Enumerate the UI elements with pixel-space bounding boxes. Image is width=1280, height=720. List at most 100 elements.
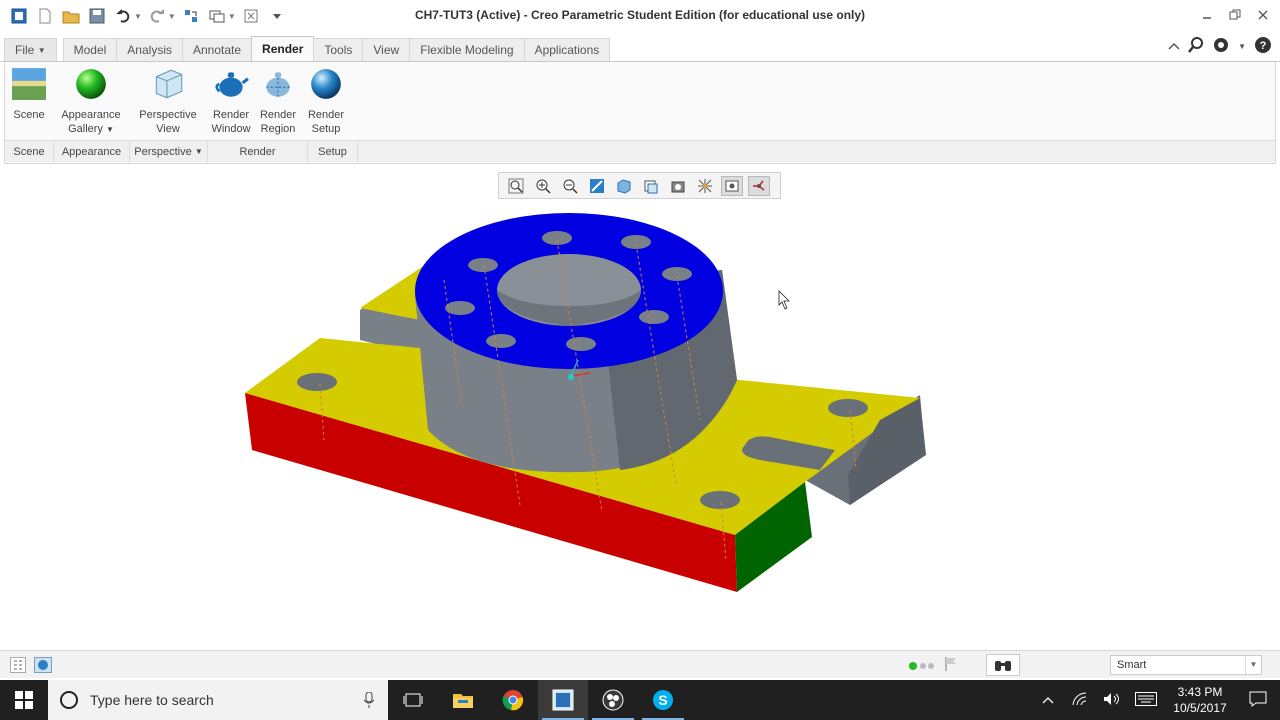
tab-render[interactable]: Render	[251, 36, 315, 61]
tab-applications[interactable]: Applications	[523, 38, 611, 61]
teapot-region-icon	[266, 72, 290, 97]
scene-label: Scene	[13, 109, 45, 121]
tab-analysis[interactable]: Analysis	[116, 38, 183, 61]
selection-filter[interactable]: Smart ▼	[1110, 655, 1262, 675]
network-icon[interactable]	[1064, 691, 1096, 709]
help-icon[interactable]: ?	[1254, 36, 1272, 57]
display-style-icon[interactable]	[613, 176, 635, 196]
flag-icon[interactable]	[944, 656, 958, 675]
ribbon-group-labels: Scene Appearance Perspective ▼ Render Se…	[5, 140, 1275, 162]
close-window-icon[interactable]	[240, 5, 262, 27]
ribbon-tabs: File ▼ Model Analysis Annotate Render To…	[0, 36, 1280, 62]
tab-annotate[interactable]: Annotate	[181, 38, 253, 61]
community-dropdown-icon[interactable]: ▼	[1238, 42, 1246, 51]
render-region-button[interactable]: Render Region	[255, 62, 301, 140]
tab-view[interactable]: View	[362, 38, 411, 61]
search-placeholder: Type here to search	[90, 692, 214, 708]
zoom-in-icon[interactable]	[532, 176, 554, 196]
redo-icon[interactable]	[146, 5, 168, 27]
minimize-icon[interactable]	[1196, 4, 1218, 26]
perspective-cube-icon	[155, 69, 183, 99]
new-file-icon[interactable]	[34, 5, 56, 27]
render-setup-button[interactable]: Render Setup	[301, 62, 351, 140]
window-controls	[1196, 4, 1274, 26]
close-icon[interactable]	[1252, 4, 1274, 26]
tab-tools[interactable]: Tools	[313, 38, 364, 61]
tab-flexible-modeling[interactable]: Flexible Modeling	[409, 38, 525, 61]
saved-orientations-icon[interactable]	[640, 176, 662, 196]
repaint-icon[interactable]	[586, 176, 608, 196]
bolt-hole-8	[468, 258, 498, 272]
graphics-window[interactable]	[0, 200, 1280, 645]
search-icon[interactable]	[1188, 37, 1204, 56]
refit-icon[interactable]	[505, 176, 527, 196]
regenerate-icon[interactable]	[180, 5, 202, 27]
taskbar-search-box[interactable]: Type here to search	[48, 680, 388, 720]
scene-icon	[12, 68, 46, 100]
graphics-toolbar	[498, 172, 781, 199]
render-region-label-1: Render	[259, 109, 297, 121]
status-bar: Smart ▼	[0, 650, 1280, 678]
undo-icon[interactable]	[112, 5, 134, 27]
community-icon[interactable]	[1212, 36, 1230, 57]
model-viewport[interactable]	[0, 200, 1280, 645]
taskbar-clock[interactable]: 3:43 PM 10/5/2017	[1164, 684, 1236, 716]
appearance-label-1: Appearance	[61, 109, 121, 121]
render-setup-icon	[311, 69, 341, 99]
app-icon[interactable]	[8, 5, 30, 27]
chrome-icon[interactable]	[488, 680, 538, 720]
group-render: Render	[208, 141, 308, 162]
perspective-toggle-icon[interactable]	[694, 176, 716, 196]
svg-text:?: ?	[1260, 40, 1267, 52]
render-window-button[interactable]: Render Window	[207, 62, 255, 140]
scene-button[interactable]: Scene	[5, 62, 53, 140]
volume-icon[interactable]	[1096, 692, 1128, 709]
open-folder-icon[interactable]	[60, 5, 82, 27]
microphone-icon[interactable]	[364, 692, 374, 708]
zoom-out-icon[interactable]	[559, 176, 581, 196]
regeneration-status-icon	[908, 660, 936, 674]
windows-dropdown-icon[interactable]: ▼	[228, 12, 236, 21]
browser-toggle-icon[interactable]	[34, 657, 52, 676]
bolt-hole-5	[566, 337, 596, 351]
perspective-view-button[interactable]: Perspective View	[129, 62, 207, 140]
file-explorer-icon[interactable]	[438, 680, 488, 720]
bolt-hole-4	[639, 310, 669, 324]
appearance-dropdown-icon[interactable]: ▼	[106, 125, 114, 134]
group-perspective[interactable]: Perspective ▼	[130, 141, 208, 162]
collapse-ribbon-icon[interactable]	[1168, 40, 1180, 54]
tab-file[interactable]: File ▼	[4, 38, 57, 61]
windows-logo-icon	[15, 691, 33, 709]
skype-icon[interactable]: S	[638, 680, 688, 720]
windows-icon[interactable]	[206, 5, 228, 27]
annotation-display-icon[interactable]	[748, 175, 770, 196]
model-tree-toggle-icon[interactable]	[10, 657, 26, 676]
obs-icon[interactable]	[588, 680, 638, 720]
restore-icon[interactable]	[1224, 4, 1246, 26]
redo-dropdown-icon[interactable]: ▼	[168, 12, 176, 21]
show-hidden-icons-icon[interactable]	[1032, 693, 1064, 707]
appearance-label-2-wrap: Gallery ▼	[68, 122, 114, 137]
save-icon[interactable]	[86, 5, 108, 27]
find-binoculars-icon[interactable]	[986, 654, 1020, 676]
task-view-icon[interactable]	[388, 680, 438, 720]
selection-filter-dropdown-icon[interactable]: ▼	[1245, 656, 1261, 674]
appearance-gallery-button[interactable]: Appearance Gallery ▼	[53, 62, 129, 140]
render-window-label-1: Render	[212, 109, 250, 121]
undo-dropdown-icon[interactable]: ▼	[134, 12, 142, 21]
base-hole-front	[700, 491, 740, 509]
mouse-cursor-icon	[778, 290, 790, 310]
base-hole-right	[828, 399, 868, 417]
render-setup-label-2: Setup	[311, 123, 341, 135]
view-manager-icon[interactable]	[667, 176, 689, 196]
base-hole-left	[297, 373, 337, 391]
action-center-icon[interactable]	[1236, 691, 1280, 710]
keyboard-icon[interactable]	[1128, 691, 1164, 709]
tab-model[interactable]: Model	[62, 38, 118, 61]
perspective-dropdown-icon[interactable]: ▼	[195, 147, 203, 156]
teapot-icon	[215, 72, 249, 97]
customize-toolbar-icon[interactable]	[266, 5, 288, 27]
datum-display-icon[interactable]	[721, 175, 743, 196]
creo-taskbar-icon[interactable]	[538, 680, 588, 720]
start-button[interactable]	[0, 680, 48, 720]
